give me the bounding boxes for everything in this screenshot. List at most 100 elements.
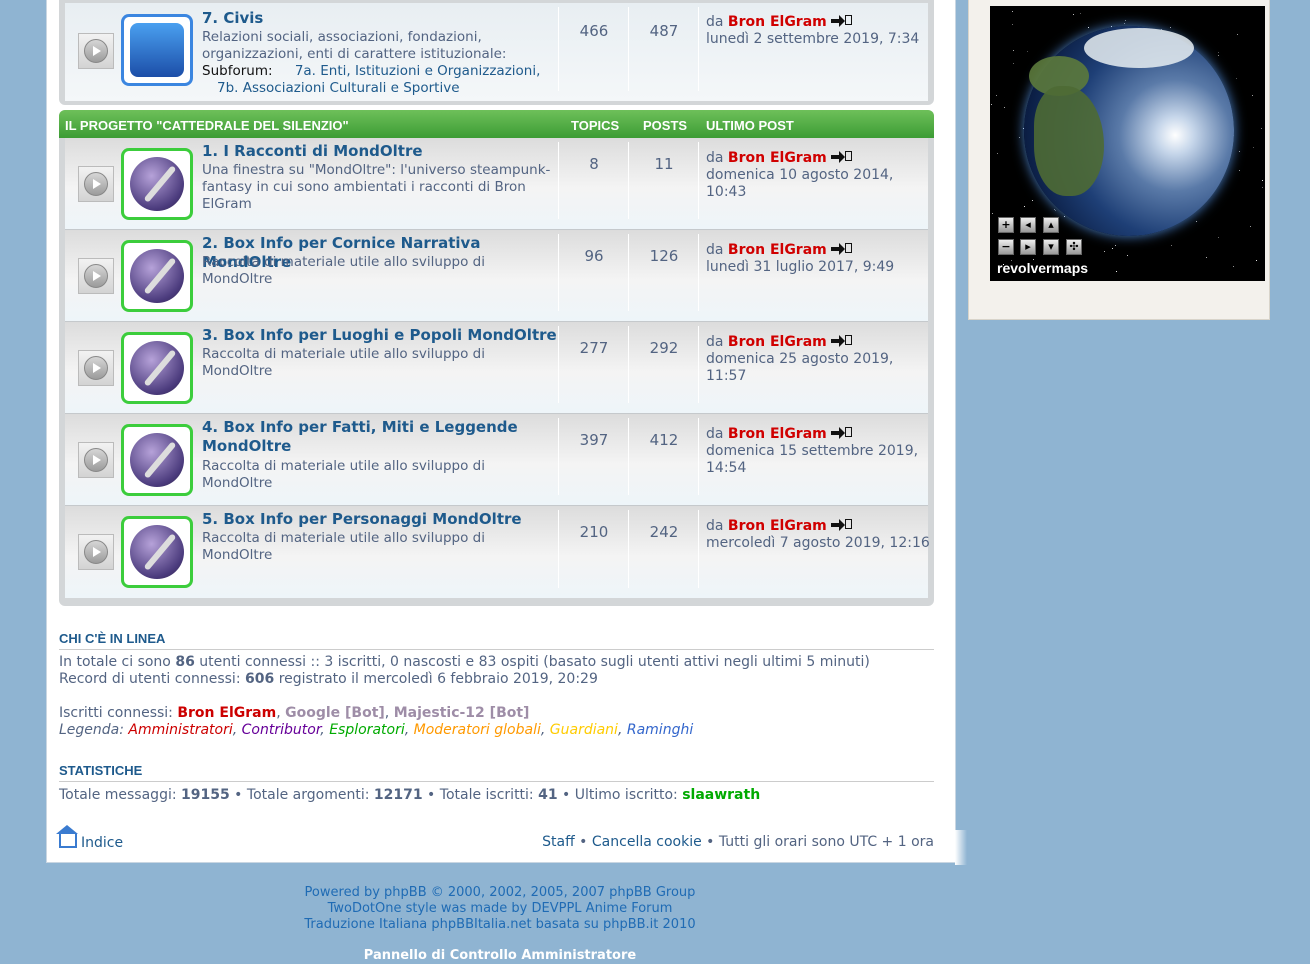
last-post-date: lunedì 2 settembre 2019, 7:34 <box>706 31 920 47</box>
posts-count: 487 <box>649 22 679 40</box>
legend-group[interactable]: Contributor <box>242 722 321 738</box>
last-post: da Bron ElGram domenica 10 agosto 2014, … <box>706 150 931 201</box>
last-post-user[interactable]: Bron ElGram <box>728 426 827 442</box>
topics-count: 466 <box>579 22 609 40</box>
forum-description: Raccolta di materiale utile allo svilupp… <box>202 254 485 287</box>
forum-row-civis[interactable]: 7. Civis Relazioni sociali, associazioni… <box>65 3 928 101</box>
revolvermaps-widget[interactable]: + ◂ ▴ − ▸ ▾ ✣ revolvermaps <box>990 6 1265 281</box>
legend-group[interactable]: Raminghi <box>627 722 693 738</box>
arrow-down-icon[interactable]: ▾ <box>1043 239 1059 255</box>
forum-row[interactable]: 5. Box Info per Personaggi MondOltre Racc… <box>65 506 931 598</box>
stats-line: Totale messaggi: 19155 • Totale argoment… <box>59 787 761 803</box>
forum-status-icon <box>78 534 114 570</box>
last-post-user[interactable]: Bron ElGram <box>728 518 827 534</box>
column-topics: TOPICS <box>571 118 620 133</box>
legend-group[interactable]: Amministratori <box>128 722 232 738</box>
globe-image <box>1024 26 1234 236</box>
forum-title[interactable]: 4. Box Info per Fatti, Miti e Leggende M… <box>202 418 557 456</box>
last-post-by: da <box>706 242 724 258</box>
last-post-by: da <box>706 14 724 30</box>
forum-title[interactable]: 1. I Racconti di MondOltre <box>202 142 557 161</box>
last-post-date: domenica 25 agosto 2019, 11:57 <box>706 351 894 384</box>
forum-title[interactable]: 7. Civis <box>202 9 557 28</box>
subforum-link-7b[interactable]: 7b. Associazioni Culturali e Sportive <box>217 80 460 96</box>
admin-control-panel-link[interactable]: Pannello di Controllo Amministratore <box>230 948 770 963</box>
arrow-right-icon[interactable]: ▸ <box>1020 239 1036 255</box>
topics-count: 96 <box>584 247 604 265</box>
map-label[interactable]: revolvermaps <box>997 260 1088 276</box>
powered-by: Powered by phpBB © 2000, 2002, 2005, 200… <box>230 885 770 933</box>
forum-status-icon <box>78 166 114 202</box>
last-post: da Bron ElGram domenica 15 settembre 201… <box>706 426 931 477</box>
forum-row[interactable]: 2. Box Info per Cornice Narrativa MondOl… <box>65 230 928 322</box>
last-post-user[interactable]: Bron ElGram <box>728 150 827 166</box>
delete-cookies-link[interactable]: Cancella cookie <box>592 834 702 850</box>
legend-group[interactable]: Esploratori <box>329 722 405 738</box>
last-post-date: domenica 10 agosto 2014, 10:43 <box>706 167 894 200</box>
forum-title[interactable]: 5. Box Info per Personaggi MondOltre <box>202 510 557 529</box>
topics-count: 8 <box>589 155 599 173</box>
last-post-date: mercoledì 7 agosto 2019, 12:16 <box>706 535 930 551</box>
last-post-by: da <box>706 150 724 166</box>
forum-quill-icon <box>121 424 193 496</box>
forum-quill-icon <box>121 148 193 220</box>
column-last-post: ULTIMO POST <box>706 118 794 133</box>
newest-member[interactable]: slaawrath <box>682 787 760 803</box>
last-post-user[interactable]: Bron ElGram <box>728 242 827 258</box>
arrow-left-icon[interactable]: ◂ <box>1020 217 1036 233</box>
view-latest-post-icon[interactable] <box>831 243 853 255</box>
forum-row[interactable]: 4. Box Info per Fatti, Miti e Leggende M… <box>65 414 928 506</box>
home-icon <box>56 825 78 848</box>
translation-credit-link[interactable]: Traduzione Italiana phpBBItalia.net basa… <box>230 917 770 933</box>
staff-link[interactable]: Staff <box>542 834 575 850</box>
legend-group[interactable]: Guardiani <box>550 722 618 738</box>
subforum-link-7a[interactable]: 7a. Enti, Istituzioni e Organizzazioni, <box>295 63 541 79</box>
forum-title[interactable]: 3. Box Info per Luoghi e Popoli MondOltr… <box>202 326 557 345</box>
center-icon[interactable]: ✣ <box>1066 239 1082 255</box>
legend-group[interactable]: Moderatori globali <box>414 722 541 738</box>
arrow-up-icon[interactable]: ▴ <box>1043 217 1059 233</box>
category-title[interactable]: IL PROGETTO "CATTEDRALE DEL SILENZIO" <box>65 118 349 133</box>
zoom-in-icon[interactable]: + <box>998 217 1014 233</box>
forum-row[interactable]: 1. I Racconti di MondOltre Una finestra s… <box>65 138 928 230</box>
posts-count: 11 <box>654 155 674 173</box>
online-user[interactable]: Bron ElGram <box>177 705 276 721</box>
topics-count: 277 <box>579 339 609 357</box>
forum-status-icon <box>78 442 114 478</box>
online-user[interactable]: Majestic-12 [Bot] <box>394 705 530 721</box>
online-record: Record di utenti connessi: 606 registrat… <box>59 671 598 687</box>
subforum-label: Subforum: <box>202 63 273 79</box>
forum-quill-icon <box>121 332 193 404</box>
forum-description: Raccolta di materiale utile allo svilupp… <box>202 346 485 379</box>
style-credit-link[interactable]: TwoDotOne style was made by DEVPPL Anime… <box>230 901 770 917</box>
zoom-out-icon[interactable]: − <box>998 239 1014 255</box>
forum-description: Raccolta di materiale utile allo svilupp… <box>202 530 485 563</box>
powered-phpbb-link[interactable]: Powered by phpBB © 2000, 2002, 2005, 200… <box>230 885 770 901</box>
last-post: da Bron ElGram mercoledì 7 agosto 2019, … <box>706 518 931 552</box>
forum-block-previous: 7. Civis Relazioni sociali, associazioni… <box>59 0 934 105</box>
view-latest-post-icon[interactable] <box>831 519 853 531</box>
forum-description: Relazioni sociali, associazioni, fondazi… <box>202 29 507 62</box>
footer-links: Staff • Cancella cookie • Tutti gli orar… <box>542 834 934 850</box>
posts-count: 242 <box>649 523 679 541</box>
home-link[interactable]: Indice <box>56 825 123 851</box>
posts-count: 126 <box>649 247 679 265</box>
last-post-by: da <box>706 334 724 350</box>
forum-quill-icon <box>121 516 193 588</box>
view-latest-post-icon[interactable] <box>831 335 853 347</box>
forum-status-icon <box>78 350 114 386</box>
last-post-date: lunedì 31 luglio 2017, 9:49 <box>706 259 895 275</box>
topics-count: 210 <box>579 523 609 541</box>
column-posts: POSTS <box>643 118 688 133</box>
online-total: In totale ci sono 86 utenti connessi :: … <box>59 654 870 670</box>
footer-nav: Indice Staff • Cancella cookie • Tutti g… <box>56 825 934 854</box>
view-latest-post-icon[interactable] <box>831 151 853 163</box>
view-latest-post-icon[interactable] <box>831 427 853 439</box>
forum-row[interactable]: 3. Box Info per Luoghi e Popoli MondOltr… <box>65 322 928 414</box>
last-post: da Bron ElGram lunedì 2 settembre 2019, … <box>706 14 931 48</box>
view-latest-post-icon[interactable] <box>831 15 853 27</box>
forum-status-icon <box>78 33 114 69</box>
online-user[interactable]: Google [Bot] <box>285 705 385 721</box>
last-post-user[interactable]: Bron ElGram <box>728 334 827 350</box>
last-post-user[interactable]: Bron ElGram <box>728 14 827 30</box>
